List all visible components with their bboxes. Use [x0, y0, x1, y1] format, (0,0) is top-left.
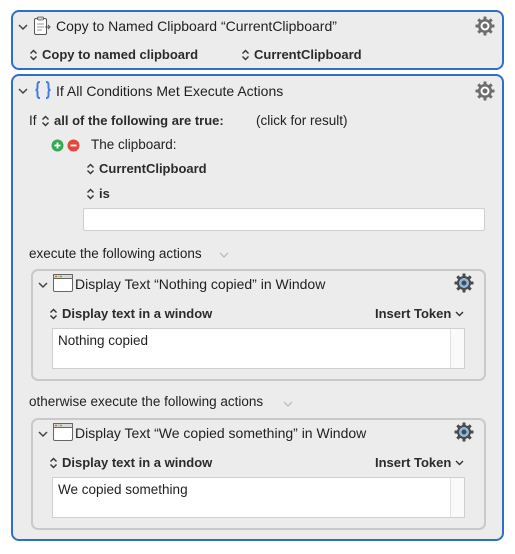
condition-value-field[interactable]: [83, 208, 485, 231]
up-down-arrows-icon: [50, 457, 57, 468]
insert-token-label: Insert Token: [375, 306, 452, 321]
textarea-scrollbar[interactable]: [450, 329, 464, 368]
execute-label: execute the following actions: [29, 246, 202, 261]
curly-braces-icon: [33, 80, 53, 100]
display-text-label: Display text in a window: [62, 455, 213, 470]
textarea-scrollbar[interactable]: [450, 478, 464, 517]
else-action-display-text[interactable]: Display Text “We copied something” in Wi…: [31, 418, 486, 530]
condition-operator-popup[interactable]: is: [86, 186, 110, 201]
action-title: Display Text “Nothing copied” in Window: [75, 276, 326, 292]
action-title: Display Text “We copied something” in Wi…: [75, 425, 367, 441]
up-down-arrows-icon: [87, 188, 94, 199]
chevron-down-icon[interactable]: [16, 20, 30, 34]
named-clipboard-popup[interactable]: CurrentClipboard: [241, 47, 362, 62]
remove-icon[interactable]: [67, 139, 80, 152]
up-down-arrows-icon: [42, 115, 49, 126]
window-icon: [53, 423, 73, 441]
display-text-area[interactable]: Nothing copied: [52, 328, 465, 369]
chevron-down-icon[interactable]: [281, 397, 295, 411]
display-text-area[interactable]: We copied something: [52, 477, 465, 518]
up-down-arrows-icon: [30, 49, 37, 60]
condition-operator-label: is: [99, 186, 110, 201]
up-down-arrows-icon: [87, 163, 94, 174]
insert-token-label: Insert Token: [375, 455, 452, 470]
chevron-down-icon[interactable]: [36, 427, 50, 441]
action-title: Copy to Named Clipboard “CurrentClipboar…: [56, 18, 337, 34]
insert-token-button[interactable]: Insert Token: [375, 455, 464, 470]
display-text-content: Nothing copied: [58, 333, 149, 348]
action-copy-to-named-clipboard[interactable]: Copy to Named Clipboard “CurrentClipboar…: [11, 10, 504, 70]
gear-icon[interactable]: [453, 272, 475, 294]
chevron-down-icon[interactable]: [36, 278, 50, 292]
chevron-down-icon: [455, 460, 464, 465]
display-text-content: We copied something: [58, 482, 188, 497]
action-type-popup[interactable]: Copy to named clipboard: [29, 47, 198, 62]
chevron-down-icon[interactable]: [217, 248, 231, 262]
condition-type-label: The clipboard:: [91, 137, 177, 152]
gear-icon[interactable]: [474, 15, 496, 37]
up-down-arrows-icon: [50, 308, 57, 319]
insert-token-button[interactable]: Insert Token: [375, 306, 464, 321]
otherwise-label: otherwise execute the following actions: [29, 394, 264, 409]
up-down-arrows-icon: [242, 49, 249, 60]
chevron-down-icon[interactable]: [16, 84, 30, 98]
condition-mode-popup[interactable]: all of the following are true:: [41, 113, 224, 128]
display-text-label: Display text in a window: [62, 306, 213, 321]
display-text-popup[interactable]: Display text in a window: [49, 306, 212, 321]
clipboard-icon: [33, 16, 51, 36]
condition-clipboard-label: CurrentClipboard: [99, 161, 207, 176]
action-title: If All Conditions Met Execute Actions: [56, 83, 284, 99]
action-if-all-conditions[interactable]: If All Conditions Met Execute Actions If…: [11, 74, 504, 541]
add-icon[interactable]: [51, 139, 64, 152]
named-clipboard-label: CurrentClipboard: [254, 47, 362, 62]
chevron-down-icon: [455, 311, 464, 316]
window-icon: [53, 274, 73, 292]
click-for-result-link[interactable]: (click for result): [256, 113, 348, 128]
gear-icon[interactable]: [453, 421, 475, 443]
action-type-label: Copy to named clipboard: [42, 47, 199, 62]
gear-icon[interactable]: [474, 80, 496, 102]
then-action-display-text[interactable]: Display Text “Nothing copied” in Window: [31, 269, 486, 381]
display-text-popup[interactable]: Display text in a window: [49, 455, 212, 470]
if-label: If: [29, 113, 37, 128]
condition-clipboard-popup[interactable]: CurrentClipboard: [86, 161, 207, 176]
condition-mode-label: all of the following are true:: [54, 113, 224, 128]
